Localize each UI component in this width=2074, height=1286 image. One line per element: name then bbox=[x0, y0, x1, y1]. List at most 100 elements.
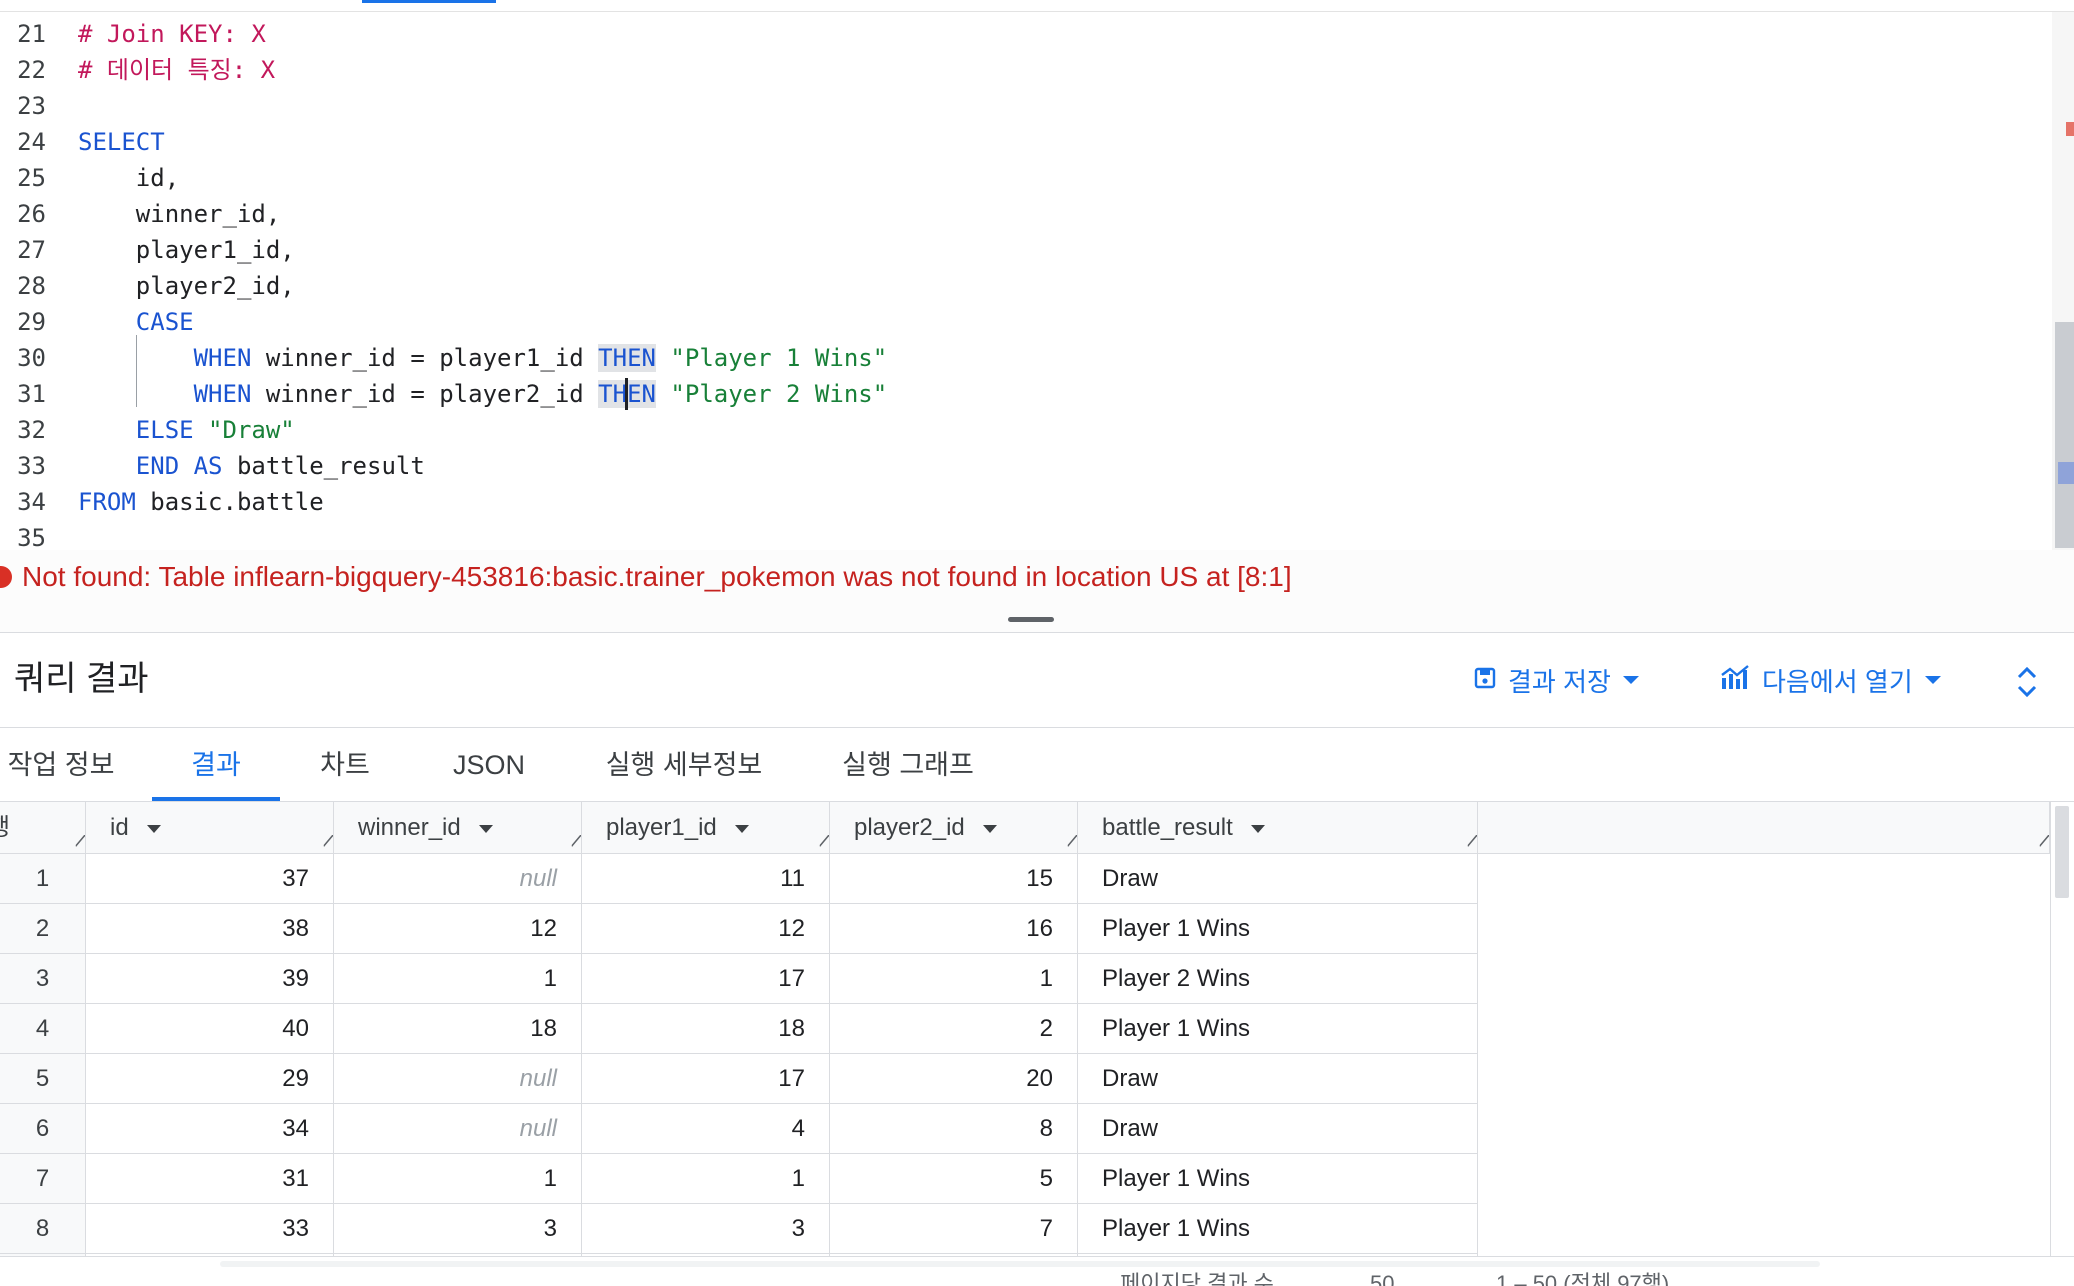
row-number: 1 bbox=[0, 854, 86, 904]
footer-shadow bbox=[220, 1261, 1820, 1267]
table-cell[interactable]: 1 bbox=[830, 954, 1078, 1004]
table-cell[interactable]: null bbox=[334, 854, 582, 904]
sort-menu-icon[interactable] bbox=[734, 824, 749, 833]
code-token: END AS bbox=[135, 452, 223, 480]
code-line: 22 # 데이터 특징: X bbox=[0, 52, 2050, 88]
table-cell[interactable]: 20 bbox=[830, 1054, 1078, 1104]
tab-execution-graph[interactable]: 실행 그래프 bbox=[840, 729, 976, 801]
chevron-down-icon bbox=[1924, 676, 1941, 684]
table-cell[interactable]: 12 bbox=[582, 904, 830, 954]
table-cell[interactable]: Draw bbox=[1078, 1054, 1478, 1104]
row-number: 4 bbox=[0, 1004, 86, 1054]
column-header-player1-id[interactable]: player1_id bbox=[582, 802, 830, 854]
page-size-select[interactable]: 50 bbox=[1370, 1271, 1394, 1286]
table-cell[interactable]: 18 bbox=[334, 1004, 582, 1054]
tab-execution-details[interactable]: 실행 세부정보 bbox=[604, 729, 764, 801]
table-cell[interactable]: 4 bbox=[582, 1104, 830, 1154]
table-cell[interactable]: 39 bbox=[86, 954, 334, 1004]
sort-menu-icon[interactable] bbox=[146, 824, 161, 833]
table-cell[interactable]: 18 bbox=[582, 1004, 830, 1054]
table-cell[interactable]: null bbox=[334, 1054, 582, 1104]
table-cell[interactable]: Player 1 Wins bbox=[1078, 904, 1478, 954]
table-cell[interactable]: 1 bbox=[334, 1154, 582, 1204]
tab-json[interactable]: JSON bbox=[446, 729, 532, 801]
panel-resize-handle[interactable] bbox=[1008, 617, 1054, 622]
pagination-bar: 페이지당 결과 수 50 1 – 50 (전체 97행) bbox=[0, 1256, 2074, 1286]
table-cell[interactable]: 40 bbox=[86, 1004, 334, 1054]
row-number: 5 bbox=[0, 1054, 86, 1104]
table-cell[interactable]: Player 1 Wins bbox=[1078, 1154, 1478, 1204]
table-cell[interactable]: 29 bbox=[86, 1054, 334, 1104]
table-cell[interactable]: 1 bbox=[334, 954, 582, 1004]
table-cell[interactable]: Player 1 Wins bbox=[1078, 1204, 1478, 1254]
table-cell[interactable]: 2 bbox=[830, 1004, 1078, 1054]
table-cell[interactable]: Draw bbox=[1078, 854, 1478, 904]
results-tabs: 작업 정보 결과 차트 JSON 실행 세부정보 실행 그래프 bbox=[0, 729, 2074, 802]
code-token: winner_id, bbox=[78, 200, 281, 228]
column-header-id[interactable]: id bbox=[86, 802, 334, 854]
table-cell[interactable]: 37 bbox=[86, 854, 334, 904]
line-number: 24 bbox=[17, 128, 46, 156]
table-cell[interactable]: null bbox=[334, 1104, 582, 1154]
code-text: player1_id, bbox=[78, 232, 295, 268]
table-cell[interactable]: 17 bbox=[582, 1054, 830, 1104]
code-line: 21 # Join KEY: X bbox=[0, 16, 2050, 52]
table-cell[interactable]: 11 bbox=[582, 854, 830, 904]
table-cell[interactable]: 1 bbox=[582, 1154, 830, 1204]
table-cell[interactable]: 15 bbox=[830, 854, 1078, 904]
line-number: 22 bbox=[17, 56, 46, 84]
column-resize-handle[interactable] bbox=[2027, 835, 2049, 847]
tab-chart[interactable]: 차트 bbox=[312, 729, 378, 801]
column-header-label: battle_result bbox=[1102, 814, 1233, 841]
page-range: 1 – 50 (전체 97행) bbox=[1496, 1271, 1670, 1286]
editor-scrollbar[interactable] bbox=[2052, 12, 2074, 550]
sql-editor[interactable]: 35 34 FROM basic.battle 33 END AS battle_re… bbox=[0, 12, 2074, 550]
table-scrollbar-thumb[interactable] bbox=[2055, 806, 2069, 898]
column-header-label: winner_id bbox=[358, 814, 461, 841]
column-resize-handle[interactable] bbox=[807, 835, 829, 847]
editor-scrollbar-thumb[interactable] bbox=[2055, 322, 2074, 548]
sort-menu-icon[interactable] bbox=[478, 824, 493, 833]
table-cell[interactable]: 31 bbox=[86, 1154, 334, 1204]
column-resize-handle[interactable] bbox=[1455, 835, 1477, 847]
code-token: battle_result bbox=[222, 452, 425, 480]
code-text: id, bbox=[78, 160, 179, 196]
code-line: 34 FROM basic.battle bbox=[0, 484, 2050, 520]
column-resize-handle[interactable] bbox=[311, 835, 333, 847]
table-cell[interactable]: 33 bbox=[86, 1204, 334, 1254]
table-cell[interactable]: Draw bbox=[1078, 1104, 1478, 1154]
table-cell[interactable]: 5 bbox=[830, 1154, 1078, 1204]
error-marker bbox=[2066, 122, 2074, 136]
table-cell[interactable]: 12 bbox=[334, 904, 582, 954]
open-in-button[interactable]: 다음에서 열기 bbox=[1720, 660, 1941, 700]
tab-results[interactable]: 결과 bbox=[152, 729, 280, 801]
column-resize-handle[interactable] bbox=[559, 835, 581, 847]
code-token: winner_id = player2_id bbox=[251, 380, 599, 408]
column-resize-handle[interactable] bbox=[1055, 835, 1077, 847]
row-number: 7 bbox=[0, 1154, 86, 1204]
table-cell[interactable]: 7 bbox=[830, 1204, 1078, 1254]
column-header-battle-result[interactable]: battle_result bbox=[1078, 802, 1478, 854]
table-cell[interactable]: 3 bbox=[334, 1204, 582, 1254]
unfold-icon[interactable] bbox=[2014, 664, 2040, 700]
sort-menu-icon[interactable] bbox=[982, 824, 997, 833]
sort-menu-icon[interactable] bbox=[1250, 824, 1265, 833]
table-cell[interactable]: 8 bbox=[830, 1104, 1078, 1154]
code-line: 28 player2_id, bbox=[0, 268, 2050, 304]
table-cell[interactable]: 38 bbox=[86, 904, 334, 954]
table-cell[interactable]: 34 bbox=[86, 1104, 334, 1154]
table-cell[interactable]: Player 2 Wins bbox=[1078, 954, 1478, 1004]
chevron-down-icon bbox=[1622, 676, 1639, 684]
column-header-winner-id[interactable]: winner_id bbox=[334, 802, 582, 854]
table-cell[interactable]: Player 1 Wins bbox=[1078, 1004, 1478, 1054]
table-cell[interactable]: 17 bbox=[582, 954, 830, 1004]
table-cell[interactable]: 16 bbox=[830, 904, 1078, 954]
column-header-player2-id[interactable]: player2_id bbox=[830, 802, 1078, 854]
table-scrollbar[interactable] bbox=[2050, 802, 2074, 1256]
column-resize-handle[interactable] bbox=[63, 835, 85, 847]
save-results-button[interactable]: 결과 저장 bbox=[1474, 660, 1639, 700]
tab-job-info[interactable]: 작업 정보 bbox=[6, 729, 116, 801]
table-cell[interactable]: 3 bbox=[582, 1204, 830, 1254]
